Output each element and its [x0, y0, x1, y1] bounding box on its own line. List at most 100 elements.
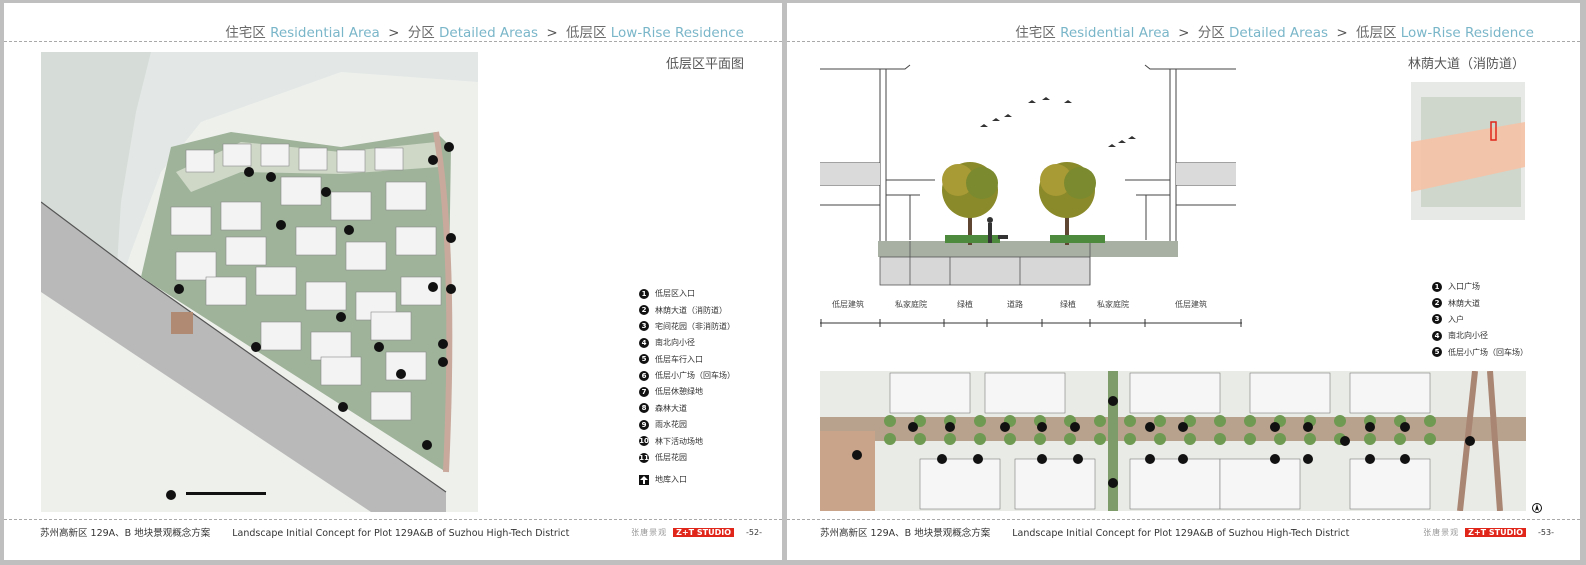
header-divider	[4, 41, 782, 42]
legend-label: 入口广场	[1448, 282, 1480, 292]
studio-mark: 张唐景观 Z+T STUDIO -53-	[1423, 527, 1554, 538]
legend-label: 南北向小径	[1448, 331, 1488, 341]
legend-label: 森林大道	[655, 403, 687, 413]
studio-name: 张唐景观	[631, 528, 668, 537]
tree-illustration	[942, 162, 1096, 245]
right-page: 住宅区 Residential Area > 分区 Detailed Areas…	[787, 3, 1580, 560]
legend-item: 3 宅间花园（非消防道）	[639, 321, 735, 332]
legend-number: 6	[639, 370, 649, 381]
footer-divider	[4, 519, 782, 520]
legend-number: 10	[639, 436, 649, 447]
legend-number: 4	[1432, 330, 1442, 341]
legend-number: 3	[1432, 314, 1442, 325]
section-label: 绿植	[957, 300, 973, 309]
legend-item: 1 低层区入口	[639, 288, 735, 299]
legend-number: 1	[639, 288, 649, 299]
breadcrumb-cn: 低层区	[565, 25, 607, 41]
section-label: 低层建筑	[1175, 300, 1207, 309]
arrow-up-icon	[639, 474, 649, 485]
legend-item: 5 低层车行入口	[639, 354, 735, 365]
legend-number: 9	[639, 419, 649, 430]
legend-number: 11	[639, 452, 649, 463]
footer-cn: 苏州高新区 129A、B 地块景观概念方案	[40, 528, 211, 539]
legend-label: 地库入口	[655, 475, 687, 485]
breadcrumb: 住宅区 Residential Area > 分区 Detailed Areas…	[225, 21, 744, 41]
breadcrumb-en: Low-Rise Residence	[610, 25, 744, 41]
legend-label: 宅间花园（非消防道）	[655, 321, 735, 331]
breadcrumb-cn: 低层区	[1355, 25, 1397, 41]
footer-en: Landscape Initial Concept for Plot 129A&…	[1012, 528, 1350, 539]
legend-label: 低层小广场（回车场）	[1448, 347, 1528, 357]
studio-logo: Z+T STUDIO	[673, 528, 735, 537]
legend-item: 5 低层小广场（回车场）	[1432, 347, 1528, 358]
enlarged-plan-image	[820, 371, 1526, 511]
breadcrumb: 住宅区 Residential Area > 分区 Detailed Areas…	[1015, 21, 1534, 41]
left-page: 住宅区 Residential Area > 分区 Detailed Areas…	[4, 3, 782, 560]
legend-label: 林荫大道（消防道）	[655, 305, 727, 315]
footer-en: Landscape Initial Concept for Plot 129A&…	[232, 528, 570, 539]
legend-label: 入户	[1448, 314, 1464, 324]
studio-mark: 张唐景观 Z+T STUDIO -52-	[631, 527, 762, 538]
section-label: 私家庭院	[895, 300, 927, 309]
legend-label: 低层休憩绿地	[655, 387, 703, 397]
legend-label: 雨水花园	[655, 420, 687, 430]
legend-item: 11 低层花园	[639, 452, 735, 463]
breadcrumb-separator: >	[1178, 25, 1190, 41]
legend-number: 5	[639, 354, 649, 365]
site-plan-image	[41, 52, 478, 512]
page-number: -53-	[1538, 528, 1554, 537]
legend-item: 4 南北向小径	[1432, 330, 1528, 341]
breadcrumb-separator: >	[546, 25, 558, 41]
legend-item: 地库入口	[639, 474, 735, 485]
legend-label: 林下活动场地	[655, 436, 703, 446]
legend-label: 低层车行入口	[655, 354, 703, 364]
legend-item: 2 林荫大道（消防道）	[639, 304, 735, 316]
legend-label: 低层花园	[655, 453, 687, 463]
breadcrumb-cn: 分区	[1197, 25, 1225, 41]
legend-number: 1	[1432, 281, 1442, 292]
legend-number: 7	[639, 386, 649, 397]
legend: 1 入口广场 2 林荫大道 3 入户 4 南北向小径 5 低层小广场（回车场）	[1432, 281, 1528, 363]
section-label: 低层建筑	[832, 300, 864, 309]
breadcrumb-en: Detailed Areas	[439, 25, 539, 41]
breadcrumb-cn: 住宅区	[1015, 25, 1056, 41]
key-map-thumbnail	[1411, 82, 1525, 220]
breadcrumb-cn: 分区	[407, 25, 435, 41]
studio-name: 张唐景观	[1423, 528, 1460, 537]
legend-number: 2	[1432, 298, 1442, 309]
section-label: 道路	[1007, 300, 1023, 309]
breadcrumb-cn: 住宅区	[225, 25, 266, 41]
footer-cn: 苏州高新区 129A、B 地块景观概念方案	[820, 528, 991, 539]
page-title: 低层区平面图	[665, 57, 744, 72]
legend-number: 3	[639, 321, 649, 332]
breadcrumb-en: Detailed Areas	[1229, 25, 1329, 41]
legend-item: 6 低层小广场（回车场）	[639, 370, 735, 381]
footer: 苏州高新区 129A、B 地块景观概念方案 Landscape Initial C…	[40, 525, 569, 539]
legend-number: 4	[639, 337, 649, 348]
breadcrumb-en: Residential Area	[1060, 25, 1170, 41]
section-labels: 低层建筑 私家庭院 绿植 道路 绿植 私家庭院 低层建筑	[820, 299, 1242, 329]
legend: 1 低层区入口 2 林荫大道（消防道） 3 宅间花园（非消防道） 4 南北向小径 5 低层…	[639, 288, 735, 491]
legend-number: 2	[639, 305, 649, 316]
legend-item: 10 林下活动场地	[639, 436, 735, 447]
legend-item: 1 入口广场	[1432, 281, 1528, 292]
footer-divider	[787, 519, 1580, 520]
header-divider	[787, 41, 1580, 42]
legend-number: 8	[639, 403, 649, 414]
north-arrow-icon	[1532, 503, 1542, 513]
breadcrumb-separator: >	[1336, 25, 1348, 41]
legend-label: 林荫大道	[1448, 298, 1480, 308]
legend-number: 5	[1432, 347, 1442, 358]
breadcrumb-en: Low-Rise Residence	[1400, 25, 1534, 41]
legend-item: 8 森林大道	[639, 403, 735, 414]
breadcrumb-en: Residential Area	[270, 25, 380, 41]
page-title: 林荫大道（消防道）	[1407, 57, 1525, 72]
legend-label: 低层区入口	[655, 289, 695, 299]
legend-item: 9 雨水花园	[639, 419, 735, 430]
legend-item: 3 入户	[1432, 314, 1528, 325]
section-label: 私家庭院	[1097, 300, 1129, 309]
legend-item: 7 低层休憩绿地	[639, 386, 735, 397]
section-label: 绿植	[1060, 300, 1076, 309]
section-drawing	[820, 64, 1236, 286]
legend-item: 2 林荫大道	[1432, 297, 1528, 309]
